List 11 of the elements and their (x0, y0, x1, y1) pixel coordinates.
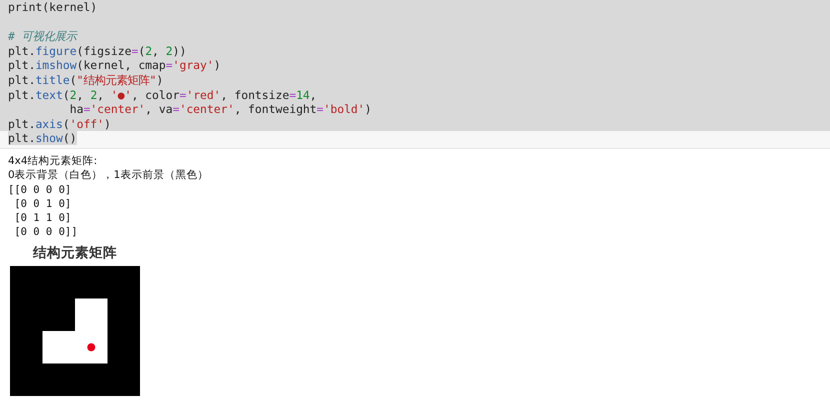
output-line: [0 1 1 0] (13, 211, 72, 226)
output-line: [0 0 1 0] (13, 196, 72, 212)
code-cell[interactable] (0, 0, 830, 149)
output-line: [0 0 0 0]] (13, 225, 78, 240)
marker-dot (87, 342, 96, 351)
output-line: [[0 0 0 0] (8, 182, 72, 197)
output-line: 0表示背景（白色），1表示前景（黑色） (8, 168, 208, 183)
matrix-cell (75, 298, 108, 331)
matrix-cell (42, 330, 75, 364)
plot-title: 结构元素矩阵 (33, 244, 117, 262)
output-line: 4x4结构元素矩阵: (8, 154, 98, 168)
